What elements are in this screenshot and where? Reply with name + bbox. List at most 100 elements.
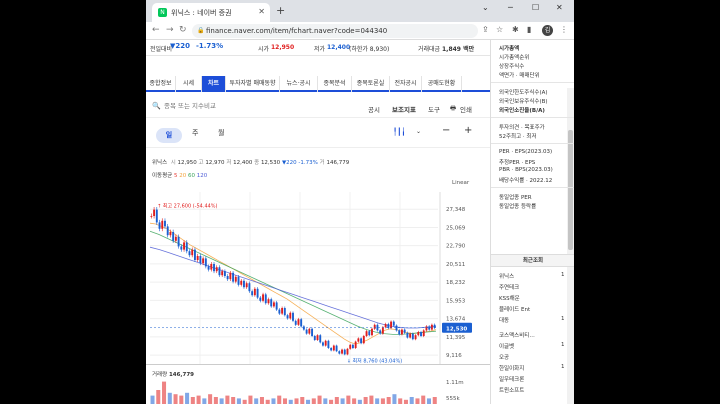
candle-body (286, 315, 289, 319)
reload-icon[interactable]: ↻ (179, 25, 187, 35)
volume-bar (421, 395, 426, 404)
volume-bar (398, 398, 403, 404)
profile-avatar[interactable]: 김 (542, 25, 553, 36)
period-day-button[interactable]: 일 (156, 128, 182, 143)
new-tab-icon[interactable]: + (276, 4, 285, 17)
recent-stock-item[interactable]: 대동 (499, 316, 509, 324)
recent-stock-item[interactable]: 위닉스 (499, 272, 514, 280)
recent-stock-item[interactable]: 블레이드 Ent (499, 305, 530, 313)
compare-search-input[interactable] (164, 102, 324, 110)
close-tab-icon[interactable]: ✕ (258, 7, 265, 16)
candle-body (349, 344, 352, 349)
tools-button[interactable]: 도구 (428, 104, 440, 114)
recent-stock-item[interactable]: 코스맥스비티… (499, 331, 535, 339)
period-week-button[interactable]: 주 (192, 128, 198, 138)
print-icon[interactable]: 🖶 (450, 104, 456, 115)
menu-kebab-icon[interactable]: ⋮ (560, 25, 568, 34)
url-field[interactable]: 🔒 finance.naver.com/item/fchart.naver?co… (192, 24, 478, 38)
candle-body (398, 330, 401, 335)
candle-body (417, 332, 420, 336)
recent-stock-item[interactable]: 일우테크론 (499, 375, 524, 383)
subtab-7[interactable]: 전자공시 (390, 76, 422, 92)
extensions-icon[interactable]: ✱ (512, 25, 519, 34)
panel-divider (491, 187, 574, 188)
subtab-3[interactable]: 투자자별 매매동향 (226, 76, 280, 92)
volume-bar (375, 398, 380, 404)
print-button[interactable]: 인쇄 (460, 104, 472, 114)
recent-stock-item[interactable]: 한일이화지 (499, 364, 524, 372)
volume-bar (300, 397, 305, 404)
ma-120: 120 (196, 173, 208, 179)
subtab-2[interactable]: 차트 (202, 76, 226, 92)
notice-button[interactable]: 공시 (368, 104, 380, 114)
tab-title: 위닉스 : 네이버 증권 (171, 8, 232, 17)
subtab-5[interactable]: 종목분석 (318, 76, 352, 92)
candle-body (362, 336, 365, 344)
period-month-button[interactable]: 월 (218, 128, 224, 138)
volume-pane-divider[interactable] (146, 364, 490, 365)
ohlc-vol-label: 거 (319, 160, 325, 166)
volume-bar (334, 397, 339, 404)
y-tick-label: 13,674 (446, 317, 466, 323)
recent-stock-item[interactable]: 오공 (499, 353, 509, 361)
subtab-0[interactable]: 종합정보 (146, 76, 176, 92)
scale-selector[interactable]: Linear (452, 180, 469, 186)
candle-type-icon[interactable]: ╿┃╽ (393, 128, 406, 136)
chart-type-chevron-icon[interactable]: ⌄ (416, 128, 421, 135)
minimize-icon[interactable]: ─ (508, 3, 513, 12)
forward-icon[interactable]: → (166, 25, 174, 35)
candle-body (221, 271, 224, 276)
candle-body (275, 302, 278, 310)
candle-body (343, 349, 346, 355)
candle-body (354, 341, 357, 348)
browser-tab[interactable]: N 위닉스 : 네이버 증권 ✕ (152, 3, 270, 22)
tab-strip: N 위닉스 : 네이버 증권 ✕ + ⌄ ─ ☐ ✕ (146, 0, 574, 22)
low-label: 저가 (314, 46, 326, 53)
share-icon[interactable]: ⇪ (482, 25, 489, 34)
subtab-1[interactable]: 시세 (176, 76, 202, 92)
volume-bar (403, 399, 408, 404)
ma-line-1 (149, 222, 437, 345)
price-chart[interactable]: 27,348 25,069 22,790 20,511 18,232 15,953 13,6… (146, 188, 490, 378)
volume-bar (426, 398, 432, 404)
maximize-icon[interactable]: ☐ (532, 3, 539, 12)
y-tick-label: 11,395 (446, 335, 466, 341)
volume-bar (357, 399, 362, 404)
ohlc-open: 12,950 (177, 160, 197, 166)
candle-body (313, 336, 316, 340)
close-window-icon[interactable]: ✕ (556, 3, 563, 12)
valuation-item: PBR · BPS(2023.03) (499, 167, 553, 173)
recent-stock-item[interactable]: 트윈소프트 (499, 386, 524, 394)
subtab-6[interactable]: 종목토론실 (352, 76, 390, 92)
candle-body (150, 216, 153, 217)
candle-body (174, 236, 177, 241)
zoom-in-icon[interactable]: + (464, 125, 472, 136)
candle-body (196, 256, 199, 260)
candle-body (191, 249, 194, 256)
opinion-item: 투자의견 · 목표주가 (499, 125, 545, 131)
ohlc-low-label: 저 (226, 160, 232, 166)
subtab-4[interactable]: 뉴스·공시 (280, 76, 318, 92)
volume-bar (150, 395, 155, 404)
candle-body (193, 249, 196, 260)
volume-chart[interactable]: 1.11m 555k (146, 376, 490, 404)
lower-limit: (하한가 8,930) (349, 46, 390, 53)
candle-body (188, 251, 191, 256)
ohlc-high: 12,970 (205, 160, 225, 166)
scrollbar-thumb[interactable] (568, 130, 573, 250)
subtab-8[interactable]: 공매도현황 (422, 76, 462, 92)
recent-stock-item[interactable]: KSS해운 (499, 294, 520, 302)
recent-stock-item[interactable]: 주연테크 (499, 283, 519, 291)
zoom-out-icon[interactable]: − (442, 125, 450, 136)
moving-average-legend[interactable]: 이동평균 5 20 60 120 (152, 171, 207, 179)
volume-bar (248, 395, 253, 404)
tab-search-icon[interactable]: ⌄ (482, 3, 489, 12)
indicator-button[interactable]: 보조지표 (392, 104, 416, 114)
recent-stock-item[interactable]: 이글벳 (499, 342, 514, 350)
ohlc-close-label: 종 (254, 160, 260, 166)
candle-body (327, 340, 330, 348)
sidebar-icon[interactable]: ▮ (527, 25, 531, 34)
bookmark-star-icon[interactable]: ☆ (496, 25, 503, 34)
candle-body (166, 226, 169, 236)
back-icon[interactable]: ← (152, 25, 160, 35)
